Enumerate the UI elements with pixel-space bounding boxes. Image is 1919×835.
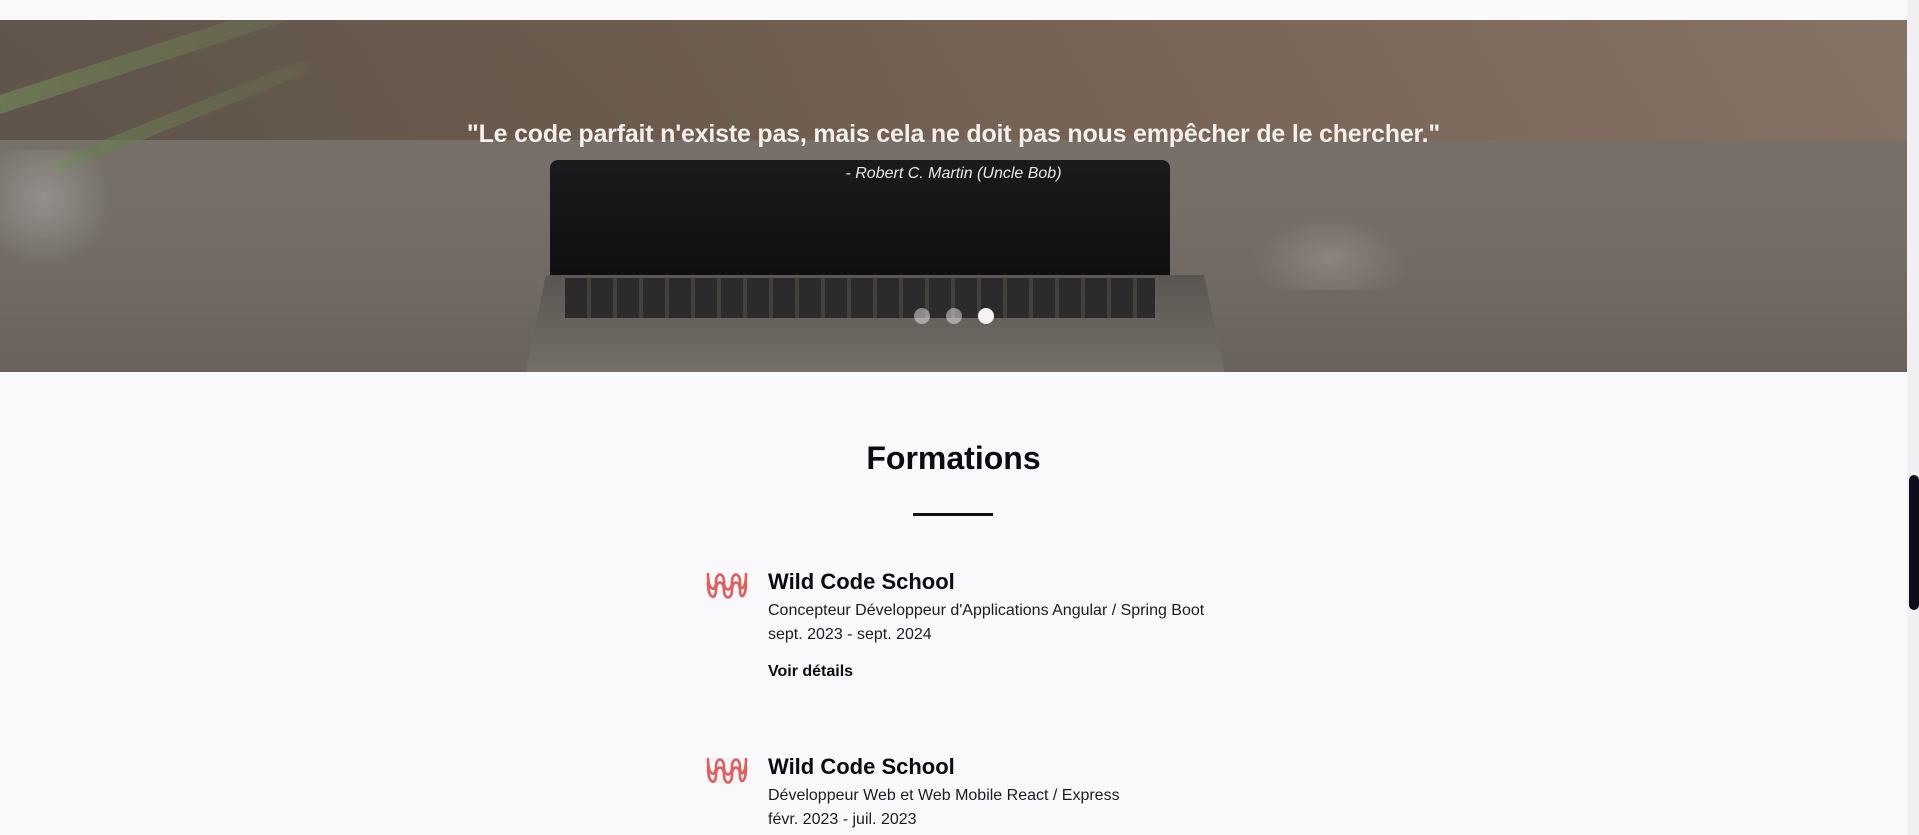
carousel-dot-1[interactable] (913, 308, 930, 324)
scrollbar-thumb[interactable] (1909, 475, 1919, 610)
formation-school: Wild Code School (768, 569, 955, 594)
quote-carousel: "Le code parfait n'existe pas, mais cela… (0, 20, 1907, 372)
carousel-dot-2[interactable] (945, 308, 962, 324)
view-details-link[interactable]: Voir détails (768, 663, 853, 681)
formation-diploma: Concepteur Développeur d'Applications An… (768, 602, 1205, 619)
wild-code-school-logo-icon (705, 753, 749, 789)
page: "Le code parfait n'existe pas, mais cela… (0, 0, 1907, 835)
formation-diploma: Développeur Web et Web Mobile React / Ex… (768, 787, 1120, 804)
formation-school: Wild Code School (768, 754, 955, 779)
page-scrollbar[interactable] (1907, 0, 1919, 835)
formation-dates: févr. 2023 - juil. 2023 (768, 811, 917, 828)
carousel-dot-3[interactable] (977, 308, 994, 324)
formations-title: Formations (866, 440, 1041, 476)
carousel-quote: "Le code parfait n'existe pas, mais cela… (466, 120, 1441, 148)
title-underline (913, 513, 993, 516)
wild-code-school-logo-icon (705, 568, 749, 604)
carousel-indicators (0, 308, 1907, 326)
formation-dates: sept. 2023 - sept. 2024 (768, 626, 932, 643)
carousel-quote-author: - Robert C. Martin (Uncle Bob) (845, 165, 1062, 182)
formation-details: Wild Code School Concepteur Développeur … (768, 568, 1288, 681)
formation-details: Wild Code School Développeur Web et Web … (768, 753, 1288, 831)
